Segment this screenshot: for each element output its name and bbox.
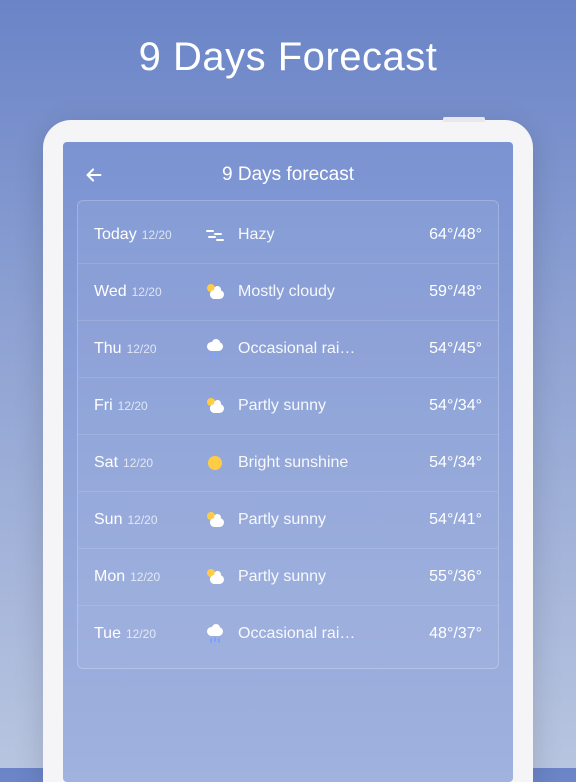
power-button [443, 117, 485, 122]
temperature-label: 48°/37° [404, 625, 482, 643]
day-label: Sat [94, 454, 118, 472]
header-bar: 9 Days forecast [77, 160, 499, 200]
tablet-frame: 9 Days forecast Today 12/20 Hazy64°/48° Wed… [43, 120, 533, 782]
rain-icon [204, 623, 226, 645]
date-label: 12/20 [132, 285, 162, 299]
condition-label: Occasional rai… [232, 340, 404, 358]
day-label: Tue [94, 625, 121, 643]
sun-icon [204, 452, 226, 474]
back-arrow-icon[interactable] [83, 164, 105, 186]
day-date: Tue 12/20 [94, 625, 198, 643]
forecast-panel: Today 12/20 Hazy64°/48° Wed 12/20 Mostly clou… [77, 200, 499, 669]
forecast-row[interactable]: Sat 12/20 Bright sunshine54°/34° [78, 435, 498, 492]
forecast-row[interactable]: Sun 12/20 Partly sunny54°/41° [78, 492, 498, 549]
temperature-label: 54°/34° [404, 454, 482, 472]
haze-icon [204, 224, 226, 246]
date-label: 12/20 [127, 342, 157, 356]
forecast-row[interactable]: Today 12/20 Hazy64°/48° [78, 207, 498, 264]
temperature-label: 54°/34° [404, 397, 482, 415]
condition-label: Hazy [232, 226, 404, 244]
date-label: 12/20 [127, 513, 157, 527]
temperature-label: 54°/41° [404, 511, 482, 529]
promo-title: 9 Days Forecast [0, 0, 576, 110]
temperature-label: 64°/48° [404, 226, 482, 244]
temperature-label: 55°/36° [404, 568, 482, 586]
weather-icon-cell [198, 281, 232, 303]
day-label: Thu [94, 340, 122, 358]
day-date: Sat 12/20 [94, 454, 198, 472]
partly-sunny-icon [204, 395, 226, 417]
condition-label: Mostly cloudy [232, 283, 404, 301]
weather-icon-cell [198, 566, 232, 588]
day-date: Fri 12/20 [94, 397, 198, 415]
weather-icon-cell [198, 623, 232, 645]
day-date: Thu 12/20 [94, 340, 198, 358]
partly-sunny-icon [204, 509, 226, 531]
rain-icon [204, 338, 226, 360]
day-date: Mon 12/20 [94, 568, 198, 586]
day-date: Wed 12/20 [94, 283, 198, 301]
day-label: Fri [94, 397, 113, 415]
weather-icon-cell [198, 509, 232, 531]
condition-label: Bright sunshine [232, 454, 404, 472]
forecast-row[interactable]: Mon 12/20 Partly sunny55°/36° [78, 549, 498, 606]
weather-icon-cell [198, 395, 232, 417]
weather-icon-cell [198, 224, 232, 246]
forecast-row[interactable]: Fri 12/20 Partly sunny54°/34° [78, 378, 498, 435]
date-label: 12/20 [126, 627, 156, 641]
forecast-row[interactable]: Wed 12/20 Mostly cloudy59°/48° [78, 264, 498, 321]
app-screen: 9 Days forecast Today 12/20 Hazy64°/48° Wed… [63, 142, 513, 782]
date-label: 12/20 [130, 570, 160, 584]
condition-label: Partly sunny [232, 511, 404, 529]
day-date: Today 12/20 [94, 226, 198, 244]
day-label: Sun [94, 511, 122, 529]
condition-label: Partly sunny [232, 568, 404, 586]
weather-icon-cell [198, 452, 232, 474]
date-label: 12/20 [123, 456, 153, 470]
date-label: 12/20 [118, 399, 148, 413]
day-label: Wed [94, 283, 127, 301]
day-label: Mon [94, 568, 125, 586]
date-label: 12/20 [142, 228, 172, 242]
partly-sunny-icon [204, 566, 226, 588]
forecast-row[interactable]: Thu 12/20 Occasional rai…54°/45° [78, 321, 498, 378]
partly-sunny-icon [204, 281, 226, 303]
weather-icon-cell [198, 338, 232, 360]
condition-label: Partly sunny [232, 397, 404, 415]
forecast-row[interactable]: Tue 12/20 Occasional rai…48°/37° [78, 606, 498, 662]
temperature-label: 54°/45° [404, 340, 482, 358]
condition-label: Occasional rai… [232, 625, 404, 643]
temperature-label: 59°/48° [404, 283, 482, 301]
day-date: Sun 12/20 [94, 511, 198, 529]
day-label: Today [94, 226, 137, 244]
header-title: 9 Days forecast [105, 164, 471, 186]
